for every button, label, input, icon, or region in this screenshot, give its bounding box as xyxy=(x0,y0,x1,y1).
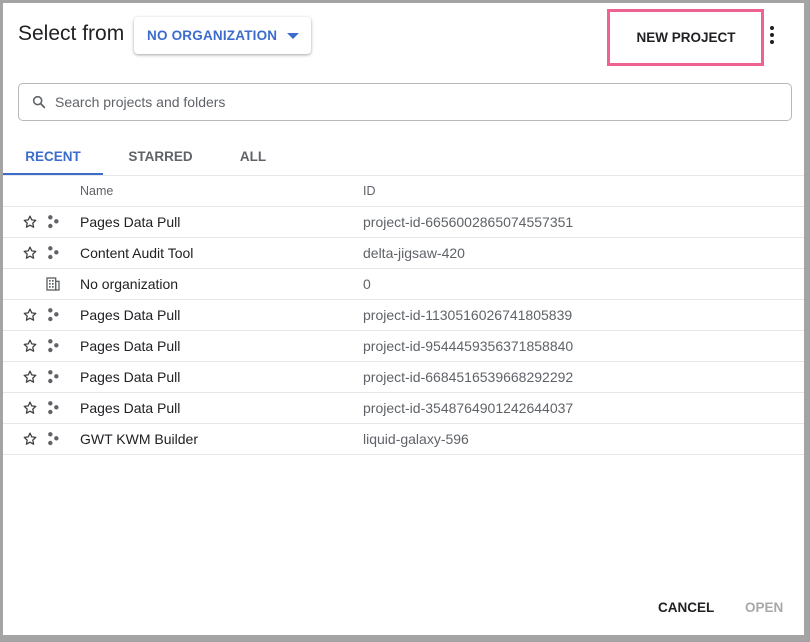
star-icon[interactable] xyxy=(22,400,38,416)
row-id: project-id-3548764901242644037 xyxy=(363,400,574,416)
row-id: delta-jigsaw-420 xyxy=(363,245,465,261)
row-name[interactable]: Pages Data Pull xyxy=(80,214,180,230)
more-vert-icon[interactable] xyxy=(765,23,779,47)
search-input[interactable] xyxy=(53,93,791,111)
row-name[interactable]: GWT KWM Builder xyxy=(80,431,198,447)
table-header: Name ID xyxy=(3,176,804,207)
table-row[interactable]: No organization 0 xyxy=(3,269,804,300)
projects-table: Name ID Pages Data Pull project-id-665600… xyxy=(3,176,804,455)
star-icon[interactable] xyxy=(22,214,38,230)
row-id: project-id-6656002865074557351 xyxy=(363,214,574,230)
star-icon[interactable] xyxy=(22,245,38,261)
project-icon xyxy=(45,307,61,323)
dot xyxy=(770,40,774,44)
tab-recent[interactable]: RECENT xyxy=(3,138,103,175)
row-id: 0 xyxy=(363,276,371,292)
table-row[interactable]: Pages Data Pull project-id-95444593563718… xyxy=(3,331,804,362)
row-name[interactable]: Content Audit Tool xyxy=(80,245,193,261)
star-icon[interactable] xyxy=(22,338,38,354)
row-id: project-id-6684516539668292292 xyxy=(363,369,574,385)
column-header-name: Name xyxy=(80,184,114,198)
row-name[interactable]: Pages Data Pull xyxy=(80,338,180,354)
dot xyxy=(770,33,774,37)
table-row[interactable]: Pages Data Pull project-id-66560028650745… xyxy=(3,207,804,238)
cancel-button[interactable]: CANCEL xyxy=(658,592,714,622)
table-row[interactable]: Pages Data Pull project-id-66845165396682… xyxy=(3,362,804,393)
organization-selector[interactable]: NO ORGANIZATION xyxy=(134,17,311,54)
project-icon xyxy=(45,400,61,416)
row-id: liquid-galaxy-596 xyxy=(363,431,469,447)
table-row[interactable]: Content Audit Tool delta-jigsaw-420 xyxy=(3,238,804,269)
tab-bar: RECENT STARRED ALL xyxy=(3,138,804,176)
organization-selector-label: NO ORGANIZATION xyxy=(147,28,278,43)
project-icon xyxy=(45,338,61,354)
table-row[interactable]: GWT KWM Builder liquid-galaxy-596 xyxy=(3,424,804,455)
table-row[interactable]: Pages Data Pull project-id-11305160267418… xyxy=(3,300,804,331)
dialog-title: Select from xyxy=(18,22,125,45)
search-box[interactable] xyxy=(18,83,792,121)
project-icon xyxy=(45,214,61,230)
project-icon xyxy=(45,245,61,261)
tab-all[interactable]: ALL xyxy=(228,138,278,174)
row-name[interactable]: No organization xyxy=(80,276,178,292)
table-row[interactable]: Pages Data Pull project-id-35487649012426… xyxy=(3,393,804,424)
star-icon[interactable] xyxy=(22,307,38,323)
star-icon[interactable] xyxy=(22,369,38,385)
project-icon xyxy=(45,431,61,447)
select-project-dialog: Select from NO ORGANIZATION NEW PROJECT … xyxy=(3,3,804,635)
row-name[interactable]: Pages Data Pull xyxy=(80,400,180,416)
column-header-id: ID xyxy=(363,184,376,198)
row-id: project-id-1130516026741805839 xyxy=(363,307,573,323)
project-icon xyxy=(45,369,61,385)
row-name[interactable]: Pages Data Pull xyxy=(80,369,180,385)
search-icon xyxy=(32,95,46,109)
row-id: project-id-9544459356371858840 xyxy=(363,338,574,354)
tab-starred[interactable]: STARRED xyxy=(118,138,203,174)
row-name[interactable]: Pages Data Pull xyxy=(80,307,180,323)
organization-icon xyxy=(45,276,61,292)
open-button[interactable]: OPEN xyxy=(745,592,783,622)
new-project-button[interactable]: NEW PROJECT xyxy=(619,19,753,55)
arrow-drop-down-icon xyxy=(287,32,300,39)
star-icon[interactable] xyxy=(22,431,38,447)
dot xyxy=(770,26,774,30)
